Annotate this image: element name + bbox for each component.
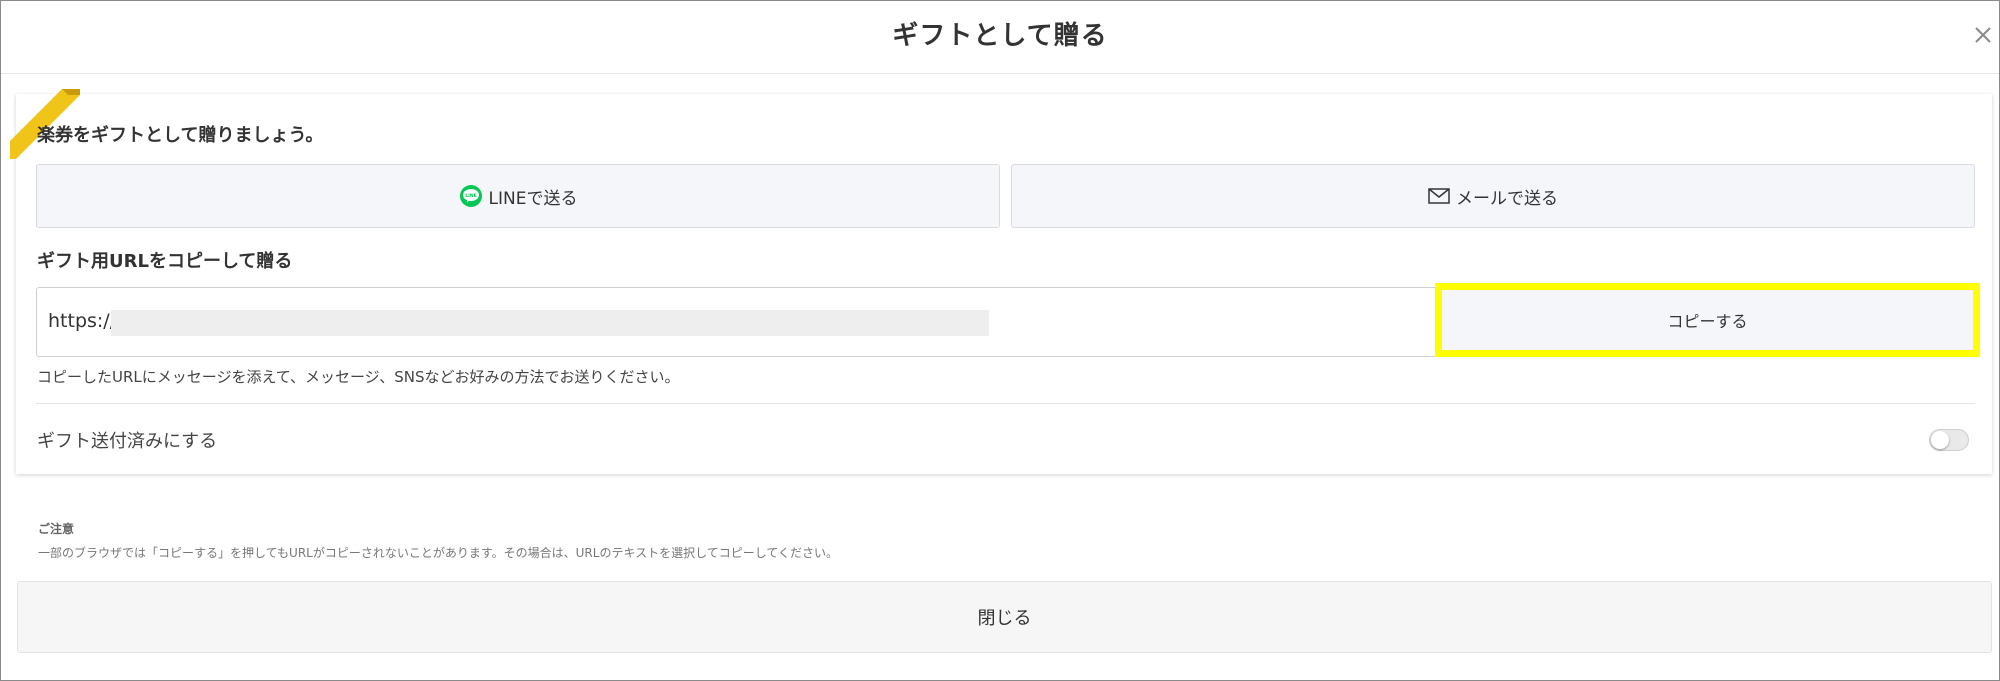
close-button-label: 閉じる (977, 608, 1032, 629)
svg-text:LINE: LINE (465, 193, 477, 199)
sent-toggle-label: ギフト送付済みにする (37, 431, 218, 452)
card-heading: 楽券をギフトとして贈りましょう。 (37, 125, 324, 146)
close-button[interactable]: 閉じる (17, 581, 1992, 653)
close-icon[interactable] (1969, 19, 1999, 49)
copy-button-label: コピーする (1667, 312, 1748, 331)
url-text-redacted[interactable] (111, 310, 989, 336)
url-prefix[interactable]: https:// (48, 310, 116, 332)
note-title: ご注意 (38, 522, 75, 536)
gift-dialog: ギフトとして贈る 楽券をギフトとして贈りましょう。 LINE LINEで送る メ… (0, 0, 2000, 681)
gift-card: 楽券をギフトとして贈りましょう。 LINE LINEで送る メールで送る ギフト… (10, 89, 1992, 474)
dialog-header: ギフトとして贈る (1, 1, 1999, 74)
mail-send-label: メールで送る (1456, 188, 1558, 209)
note-text: 一部のブラウザでは「コピーする」を押してもURLがコピーされないことがあります。… (38, 546, 839, 560)
mail-send-button[interactable]: メールで送る (1011, 164, 1975, 228)
line-icon: LINE (459, 184, 483, 208)
dialog-title: ギフトとして贈る (892, 21, 1108, 51)
url-section-label: ギフト用URLをコピーして贈る (37, 251, 293, 272)
line-send-label: LINEで送る (488, 188, 578, 209)
url-helper-text: コピーしたURLにメッセージを添えて、メッセージ、SNSなどお好みの方法でお送り… (37, 368, 680, 386)
line-send-button[interactable]: LINE LINEで送る (36, 164, 1000, 228)
sent-toggle-switch[interactable] (1929, 429, 1969, 451)
gift-url-field[interactable]: https:// コピーする (36, 283, 1980, 357)
mail-icon (1428, 188, 1450, 204)
copy-button[interactable]: コピーする (1435, 283, 1980, 357)
divider (36, 403, 1975, 404)
toggle-knob (1931, 431, 1949, 449)
